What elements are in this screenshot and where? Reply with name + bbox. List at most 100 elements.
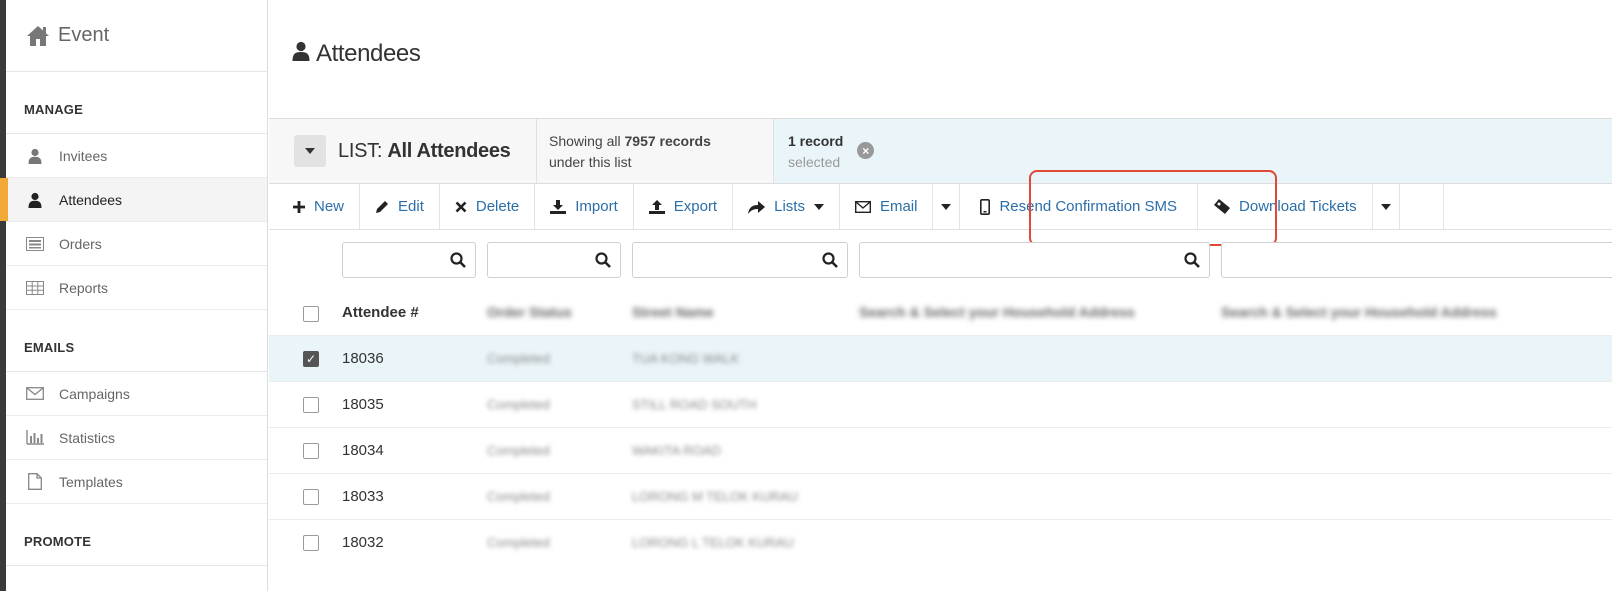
- list-prefix: LIST:: [338, 139, 383, 162]
- street-name-cell: LORONG L TELOK KURAU: [632, 535, 794, 550]
- row-checkbox[interactable]: [303, 443, 319, 459]
- sidebar-item-label: Attendees: [59, 191, 123, 208]
- household-filter-input-2[interactable]: [1221, 242, 1612, 278]
- street-name-filter-input[interactable]: [632, 242, 848, 278]
- search-icon: [595, 252, 611, 273]
- import-icon: [550, 199, 567, 214]
- list-name: All Attendees: [387, 139, 511, 162]
- download-tickets-label: Download Tickets: [1239, 198, 1357, 215]
- column-order-status[interactable]: Order Status: [487, 304, 572, 320]
- section-manage: MANAGE: [6, 72, 267, 134]
- table-row[interactable]: 18033 Completed LORONG M TELOK KURAU: [269, 473, 1612, 519]
- sidebar-item-statistics[interactable]: Statistics: [6, 416, 267, 460]
- envelope-icon: [26, 386, 44, 402]
- download-tickets-dropdown-button[interactable]: [1373, 183, 1400, 230]
- edit-button[interactable]: Edit: [360, 183, 440, 230]
- clear-selection-icon[interactable]: ×: [857, 142, 875, 159]
- export-button[interactable]: Export: [634, 183, 734, 230]
- attendee-number[interactable]: 18036: [342, 350, 384, 367]
- table-row[interactable]: 18036 Completed TUA KONG WALK: [269, 335, 1612, 381]
- section-promote: PROMOTE: [6, 504, 267, 566]
- delete-button[interactable]: Delete: [440, 183, 536, 230]
- order-status-cell: Completed: [487, 535, 550, 550]
- email-button[interactable]: Email: [840, 183, 934, 230]
- sidebar: Event MANAGE Invitees Attendees Orders R…: [0, 0, 268, 591]
- search-icon: [1184, 252, 1200, 273]
- selection-summary: 1 record selected ×: [774, 119, 1612, 183]
- street-name-cell: STILL ROAD SOUTH: [632, 397, 757, 412]
- attendee-number[interactable]: 18033: [342, 488, 384, 505]
- bar-chart-icon: [26, 430, 44, 446]
- new-label: New: [314, 198, 345, 215]
- search-icon: [450, 252, 466, 273]
- table-row[interactable]: 18032 Completed LORONG L TELOK KURAU: [269, 519, 1612, 565]
- order-status-cell: Completed: [487, 397, 550, 412]
- row-checkbox[interactable]: [303, 535, 319, 551]
- page-title: Attendees: [292, 40, 421, 68]
- list-selector: LIST: All Attendees: [269, 119, 537, 183]
- user-icon: [292, 40, 310, 68]
- orders-icon: [26, 236, 44, 252]
- sidebar-item-invitees[interactable]: Invitees: [6, 134, 267, 178]
- sidebar-brand[interactable]: Event: [6, 0, 267, 72]
- envelope-icon: [854, 200, 871, 213]
- toolbar-spacer: [1400, 183, 1444, 230]
- select-all-checkbox[interactable]: [303, 306, 319, 322]
- order-status-cell: Completed: [487, 443, 550, 458]
- table-row[interactable]: 18034 Completed WAKITA ROAD: [269, 427, 1612, 473]
- toolbar: New Edit Delete Import Export Lists Emai…: [269, 183, 1612, 230]
- caret-down-icon: [813, 203, 824, 210]
- import-label: Import: [575, 198, 618, 215]
- record-count: 7957 records: [624, 133, 711, 149]
- delete-label: Delete: [475, 198, 520, 215]
- row-checkbox[interactable]: [303, 489, 319, 505]
- download-tickets-button[interactable]: Download Tickets: [1198, 183, 1373, 230]
- column-attendee[interactable]: Attendee #: [342, 304, 419, 321]
- export-label: Export: [673, 198, 718, 215]
- street-name-cell: LORONG M TELOK KURAU: [632, 489, 798, 504]
- share-arrow-icon: [748, 200, 766, 214]
- sidebar-item-reports[interactable]: Reports: [6, 266, 267, 310]
- email-dropdown-button[interactable]: [933, 183, 961, 230]
- order-status-filter-input[interactable]: [487, 242, 621, 278]
- attendee-filter-input[interactable]: [342, 242, 476, 278]
- column-household-address[interactable]: Search & Select your Household Address: [859, 304, 1135, 320]
- close-icon: [455, 201, 467, 213]
- sidebar-item-campaigns[interactable]: Campaigns: [6, 372, 267, 416]
- list-label: LIST: All Attendees: [338, 140, 511, 163]
- user-icon: [26, 192, 44, 208]
- attendee-number[interactable]: 18035: [342, 396, 384, 413]
- mobile-phone-icon: [980, 198, 991, 215]
- under-list-text: under this list: [549, 154, 632, 170]
- record-summary: Showing all 7957 records under this list: [537, 119, 774, 183]
- lists-button[interactable]: Lists: [733, 183, 840, 230]
- caret-down-icon: [1380, 203, 1391, 210]
- household-filter-input[interactable]: [859, 242, 1210, 278]
- street-name-cell: WAKITA ROAD: [632, 443, 721, 458]
- plus-icon: [293, 200, 305, 213]
- attendee-number[interactable]: 18034: [342, 442, 384, 459]
- document-icon: [26, 473, 44, 490]
- table-row[interactable]: 18035 Completed STILL ROAD SOUTH: [269, 381, 1612, 427]
- selected-count: 1 record: [788, 133, 844, 149]
- import-button[interactable]: Import: [535, 183, 634, 230]
- sidebar-item-orders[interactable]: Orders: [6, 222, 267, 266]
- new-button[interactable]: New: [269, 183, 361, 230]
- sidebar-item-attendees[interactable]: Attendees: [0, 178, 267, 222]
- edit-label: Edit: [398, 198, 424, 215]
- sidebar-item-label: Reports: [59, 279, 109, 296]
- sidebar-item-label: Orders: [59, 235, 102, 252]
- row-checkbox[interactable]: [303, 351, 319, 367]
- table-header: Attendee # Order Status Street Name Sear…: [269, 290, 1612, 335]
- row-checkbox[interactable]: [303, 397, 319, 413]
- email-label: Email: [879, 198, 918, 215]
- sidebar-item-templates[interactable]: Templates: [6, 460, 267, 504]
- attendee-number[interactable]: 18032: [342, 534, 384, 551]
- column-household-address-2[interactable]: Search & Select your Household Address: [1221, 304, 1497, 320]
- resend-confirmation-sms-button[interactable]: Resend Confirmation SMS: [960, 183, 1199, 230]
- pencil-icon: [375, 200, 389, 214]
- home-icon: [26, 25, 50, 47]
- column-street-name[interactable]: Street Name: [632, 304, 714, 320]
- list-dropdown-button[interactable]: [294, 135, 326, 167]
- column-filters: [269, 238, 1612, 284]
